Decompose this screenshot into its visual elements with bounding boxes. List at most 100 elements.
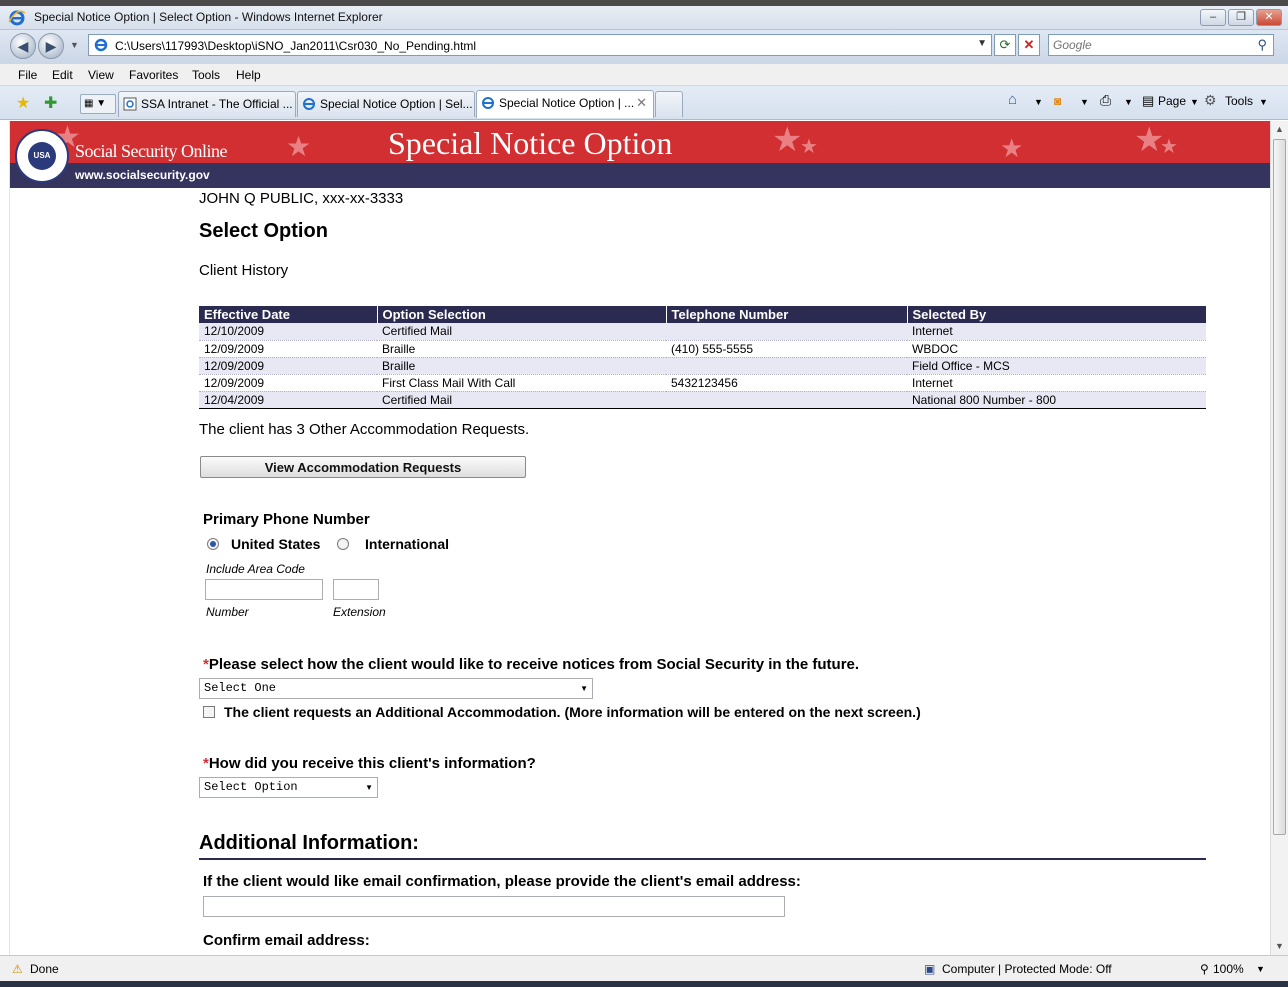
menu-help[interactable]: Help <box>236 68 261 82</box>
dropdown-arrow-icon: ▼ <box>365 783 373 792</box>
additional-accommodation-label[interactable]: The client requests an Additional Accomm… <box>224 704 921 720</box>
info-source-select[interactable]: Select Option ▼ <box>199 777 378 798</box>
cell <box>666 391 907 409</box>
seal-center: USA <box>28 142 56 170</box>
decorative-star-icon: ★ <box>772 121 803 159</box>
scroll-up-icon[interactable]: ▲ <box>1275 124 1284 134</box>
source-question-text: How did you receive this client's inform… <box>208 755 536 772</box>
address-field[interactable]: C:\Users\117993\Desktop\iSNO_Jan2011\Csr… <box>88 34 992 56</box>
home-icon[interactable]: ⌂ <box>1008 91 1017 108</box>
site-url[interactable]: www.socialsecurity.gov <box>75 168 210 182</box>
phone-number-input[interactable] <box>205 579 323 600</box>
additional-accommodation-checkbox[interactable] <box>203 706 215 718</box>
window-title: Special Notice Option | Select Option - … <box>34 10 383 24</box>
page-menu-button[interactable]: Page <box>1158 94 1186 108</box>
primary-phone-label: Primary Phone Number <box>203 511 370 528</box>
cell: (410) 555-5555 <box>666 340 907 358</box>
close-tab-icon[interactable]: ✕ <box>636 91 647 115</box>
new-tab-button[interactable] <box>655 91 683 117</box>
minimize-button[interactable]: – <box>1200 9 1226 26</box>
search-input[interactable] <box>1053 37 1243 53</box>
tools-menu-button[interactable]: Tools <box>1225 94 1253 108</box>
section-divider <box>199 858 1206 860</box>
notice-question: *Please select how the client would like… <box>203 656 859 673</box>
page-left-edge <box>0 121 10 955</box>
view-accommodation-requests-button[interactable]: View Accommodation Requests <box>200 456 526 478</box>
tools-dropdown-icon[interactable]: ▼ <box>1259 97 1268 107</box>
client-history-table: Effective Date Option Selection Telephon… <box>199 306 1206 409</box>
cell <box>666 323 907 341</box>
cell: Internet <box>907 374 1206 392</box>
notice-question-text: Please select how the client would like … <box>208 656 860 673</box>
cell: Braille <box>377 340 666 358</box>
email-prompt: If the client would like email confirmat… <box>203 873 801 890</box>
radio-international-label[interactable]: International <box>365 536 449 552</box>
feeds-icon[interactable]: ◙ <box>1054 94 1061 108</box>
home-dropdown-icon[interactable]: ▼ <box>1034 97 1043 107</box>
security-zone-text[interactable]: Computer | Protected Mode: Off <box>942 962 1112 976</box>
radio-united-states[interactable] <box>207 538 219 550</box>
menu-file[interactable]: File <box>18 68 37 82</box>
col-effective-date: Effective Date <box>199 306 377 323</box>
cell: 12/09/2009 <box>199 357 377 375</box>
phone-extension-input[interactable] <box>333 579 379 600</box>
radio-international[interactable] <box>337 538 349 550</box>
source-question: *How did you receive this client's infor… <box>203 755 536 772</box>
quick-tabs-button[interactable]: ▦ ▼ <box>80 94 116 114</box>
menu-tools[interactable]: Tools <box>192 68 220 82</box>
cell: WBDOC <box>907 340 1206 358</box>
feeds-dropdown-icon[interactable]: ▼ <box>1080 97 1089 107</box>
back-arrow-icon: ◀ <box>17 38 29 54</box>
address-dropdown-icon[interactable]: ▼ <box>977 38 987 49</box>
tab-ssa-intranet[interactable]: SSA Intranet - The Official ... <box>118 91 296 117</box>
tab-special-notice-1[interactable]: Special Notice Option | Sel... <box>297 91 475 117</box>
col-telephone-number: Telephone Number <box>665 306 907 323</box>
cell: Certified Mail <box>377 391 666 409</box>
tab-label: SSA Intranet - The Official ... <box>141 97 293 111</box>
col-selected-by: Selected By <box>906 306 1206 323</box>
add-favorites-icon[interactable]: ✚ <box>44 93 57 113</box>
recent-pages-dropdown-icon[interactable]: ▼ <box>70 40 79 50</box>
close-window-button[interactable]: ✕ <box>1256 9 1282 26</box>
ie-logo-icon <box>8 10 26 26</box>
cell: Certified Mail <box>377 323 666 341</box>
refresh-button[interactable]: ⟳ <box>994 34 1016 56</box>
cell: 12/09/2009 <box>199 340 377 358</box>
ssa-seal-logo[interactable]: USA <box>15 129 69 183</box>
print-icon[interactable]: ⎙ <box>1100 92 1111 109</box>
cell: Braille <box>377 357 666 375</box>
computer-zone-icon: ▣ <box>924 962 936 976</box>
vertical-scrollbar[interactable]: ▲ ▼ <box>1270 121 1288 955</box>
menu-bar: File Edit View Favorites Tools Help <box>0 64 1288 86</box>
menu-favorites[interactable]: Favorites <box>129 68 178 82</box>
tab-special-notice-active[interactable]: Special Notice Option | ... ✕ <box>476 90 654 118</box>
stop-button[interactable]: ✕ <box>1018 34 1040 56</box>
page-dropdown-icon[interactable]: ▼ <box>1190 97 1199 107</box>
print-dropdown-icon[interactable]: ▼ <box>1124 97 1133 107</box>
search-icon[interactable]: ⚲ <box>1257 37 1267 53</box>
email-input[interactable] <box>203 896 785 917</box>
restore-button[interactable]: ❐ <box>1228 9 1254 26</box>
search-field[interactable]: ⚲ <box>1048 34 1274 56</box>
window-title-bar: Special Notice Option | Select Option - … <box>0 6 1288 30</box>
favorites-star-icon[interactable]: ★ <box>16 93 30 113</box>
zoom-dropdown-icon[interactable]: ▼ <box>1256 964 1265 974</box>
back-button[interactable]: ◀ <box>10 33 36 59</box>
cell <box>666 357 907 375</box>
warning-icon: ⚠ <box>12 962 23 976</box>
forward-button[interactable]: ▶ <box>38 33 64 59</box>
tab-label: Special Notice Option | Sel... <box>320 97 473 111</box>
page-menu-icon: ▤ <box>1142 93 1155 108</box>
cell: First Class Mail With Call <box>377 374 666 392</box>
menu-edit[interactable]: Edit <box>52 68 73 82</box>
scrollbar-thumb[interactable] <box>1273 139 1286 835</box>
zoom-level[interactable]: 100% <box>1213 962 1244 976</box>
site-name[interactable]: Social Security Online <box>75 141 227 162</box>
status-text: Done <box>30 962 59 976</box>
decorative-star-icon: ★ <box>1160 136 1178 158</box>
client-name-ssn: JOHN Q PUBLIC, xxx-xx-3333 <box>199 190 404 207</box>
notice-method-select[interactable]: Select One ▼ <box>199 678 593 699</box>
menu-view[interactable]: View <box>88 68 114 82</box>
scroll-down-icon[interactable]: ▼ <box>1275 941 1284 951</box>
radio-united-states-label[interactable]: United States <box>231 536 320 552</box>
